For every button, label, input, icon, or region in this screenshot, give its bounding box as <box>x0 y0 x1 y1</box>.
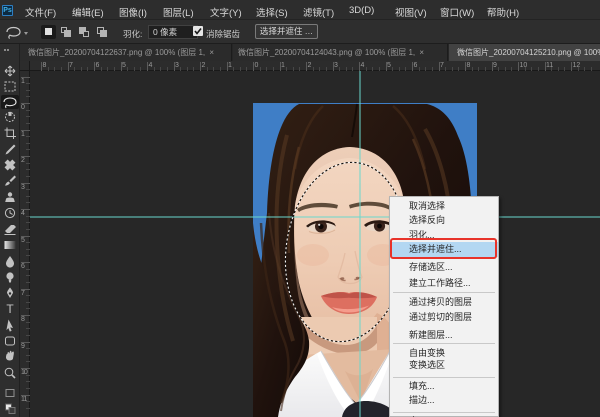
svg-text:T: T <box>6 302 14 316</box>
